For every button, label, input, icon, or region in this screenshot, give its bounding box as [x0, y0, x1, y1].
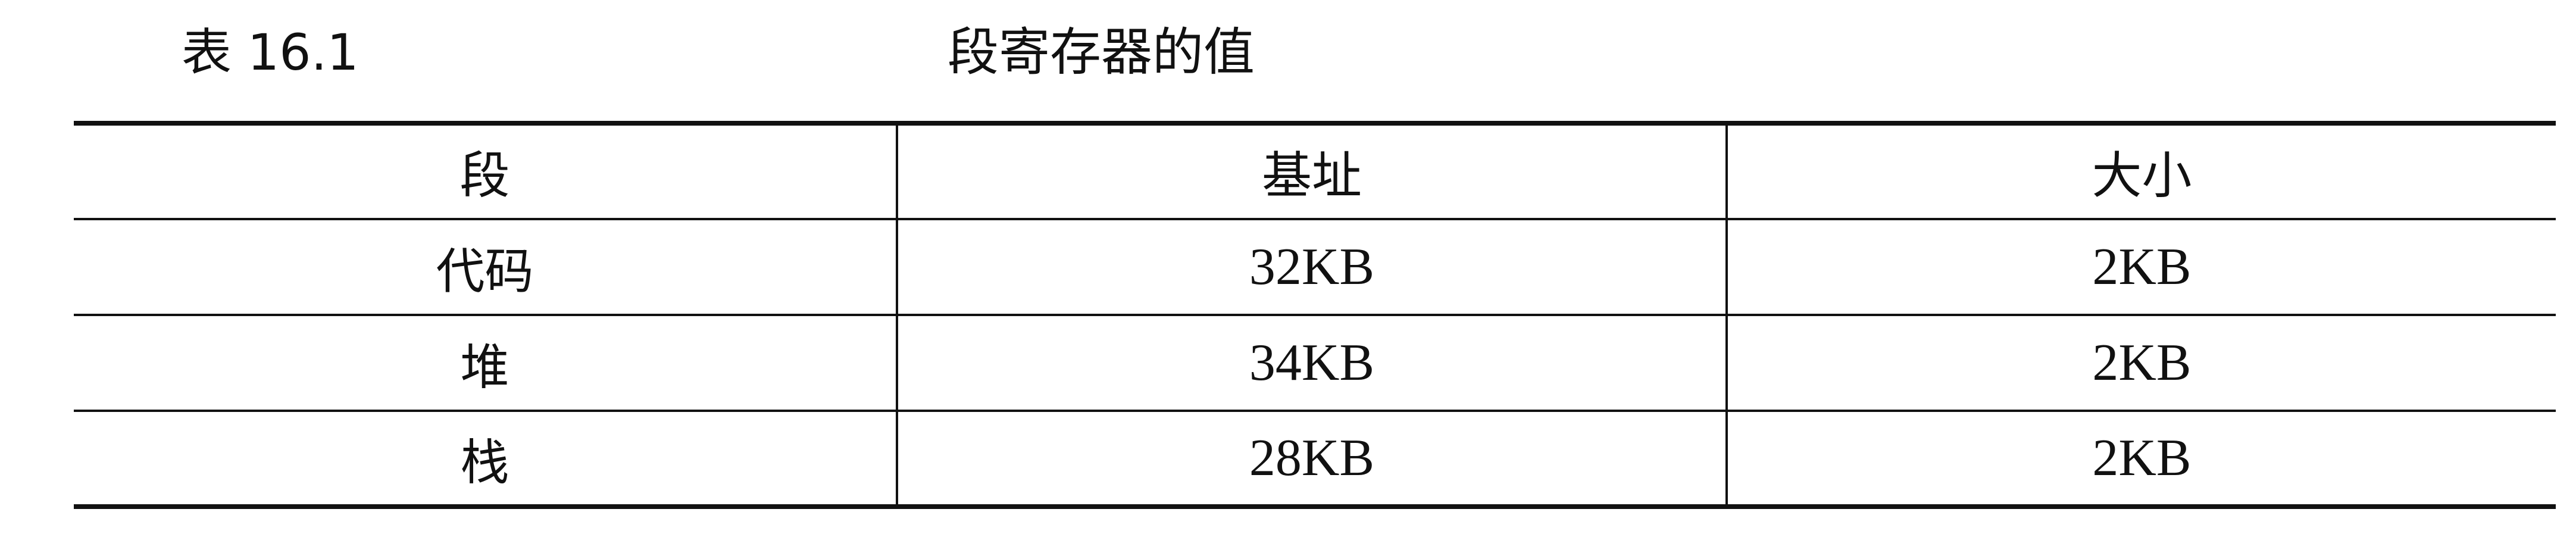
column-header-base: 基址	[896, 121, 1727, 220]
column-header-size: 大小	[1725, 121, 2556, 220]
column-header-segment: 段	[74, 121, 897, 220]
table-title: 段寄存器的值	[948, 23, 1255, 82]
table-number: 表 16.1	[182, 23, 359, 82]
base-cell: 28KB	[896, 411, 1727, 509]
table-row: 代码 32KB 2KB	[74, 219, 2556, 316]
table-row: 栈 28KB 2KB	[74, 411, 2556, 509]
base-cell: 32KB	[896, 219, 1727, 316]
table-header-row: 段 基址 大小	[74, 121, 2556, 220]
size-cell: 2KB	[1725, 411, 2556, 509]
size-cell: 2KB	[1725, 219, 2556, 316]
table-row: 堆 34KB 2KB	[74, 315, 2556, 412]
segment-cell: 代码	[74, 219, 897, 316]
segment-cell: 堆	[74, 315, 897, 412]
base-cell: 34KB	[896, 315, 1727, 412]
segment-register-table: 段 基址 大小 代码 32KB 2KB 堆 34KB 2KB 栈 28KB 2K…	[74, 121, 2556, 509]
size-cell: 2KB	[1725, 315, 2556, 412]
segment-cell: 栈	[74, 411, 897, 509]
